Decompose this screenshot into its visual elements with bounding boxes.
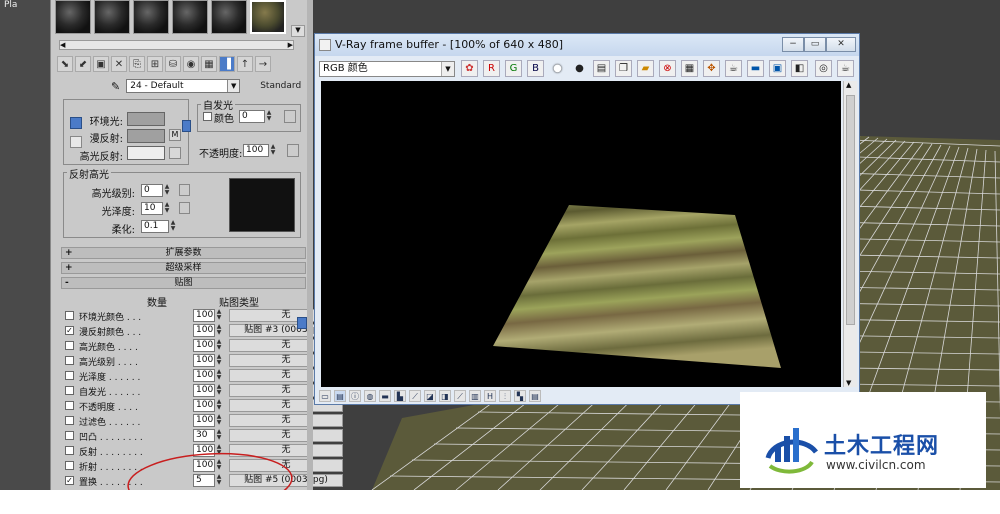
vfb-scrollbar[interactable]: ▲ ▼: [843, 81, 857, 387]
scroll-down-icon[interactable]: ▼: [846, 379, 851, 387]
link-to-max-icon[interactable]: ▬: [747, 60, 764, 77]
clone-fb-icon[interactable]: ❐: [615, 60, 632, 77]
teapot-render-icon[interactable]: ☕: [725, 60, 742, 77]
color-corrections-icon[interactable]: ◧: [791, 60, 808, 77]
view-history-icon[interactable]: ▣: [769, 60, 786, 77]
site-title: 土木工程网: [824, 434, 940, 459]
mono-view-icon[interactable]: ●: [571, 60, 588, 77]
lens-effects-icon[interactable]: ◎: [815, 60, 832, 77]
blue-channel-button[interactable]: B: [527, 60, 544, 77]
vertical-compare-icon[interactable]: ⫶: [499, 390, 511, 402]
track-mouse-icon[interactable]: ▦: [681, 60, 698, 77]
site-watermark: 土木工程网 www.civilcn.com: [740, 392, 986, 488]
scroll-up-icon[interactable]: ▲: [846, 81, 851, 89]
app-stage: Pla ▼ ◀ ▶ ⬊ ⬋ ▣ ✕ ⎘ ⊞ ⛁ ◉ ▦ ▐ ↑ → ✎ 24 -…: [0, 0, 1000, 490]
site-url: www.civilcn.com: [826, 458, 926, 472]
srgb-icon[interactable]: ▚: [514, 390, 526, 402]
green-channel-button[interactable]: G: [505, 60, 522, 77]
restore-button[interactable]: ▭: [804, 37, 826, 52]
red-channel-button[interactable]: R: [483, 60, 500, 77]
region-render-icon[interactable]: ✥: [703, 60, 720, 77]
open-folder-icon[interactable]: ▰: [637, 60, 654, 77]
minimize-button[interactable]: −: [782, 37, 804, 52]
ocio-icon[interactable]: ▤: [529, 390, 541, 402]
lut-icon[interactable]: ▥: [469, 390, 481, 402]
compare-ab-icon[interactable]: ◨: [439, 390, 451, 402]
chevron-down-icon[interactable]: ▼: [441, 62, 454, 76]
curve-icon[interactable]: ⟋: [409, 390, 421, 402]
color-channels-icon[interactable]: ✿: [461, 60, 478, 77]
scroll-thumb[interactable]: [846, 95, 855, 325]
horizontal-compare-icon[interactable]: H: [484, 390, 496, 402]
close-button[interactable]: ✕: [826, 37, 856, 52]
clear-image-icon[interactable]: ⊗: [659, 60, 676, 77]
vfb-toolbar: RGB 颜色 ▼ ✿ R G B ● ● ▤ ❐ ▰ ⊗ ▦ ✥ ☕ ▬ ▣ ◧…: [319, 60, 859, 78]
annotation-ellipse: [127, 452, 293, 490]
alpha-channel-icon[interactable]: ●: [549, 60, 566, 77]
display-correction-icon[interactable]: ⟋: [454, 390, 466, 402]
save-image-icon[interactable]: ▤: [593, 60, 610, 77]
stamp-icon[interactable]: ☕: [837, 60, 854, 77]
site-logo-icon: [765, 428, 818, 474]
exposure-icon[interactable]: ◪: [424, 390, 436, 402]
grass-plane: [493, 205, 781, 368]
